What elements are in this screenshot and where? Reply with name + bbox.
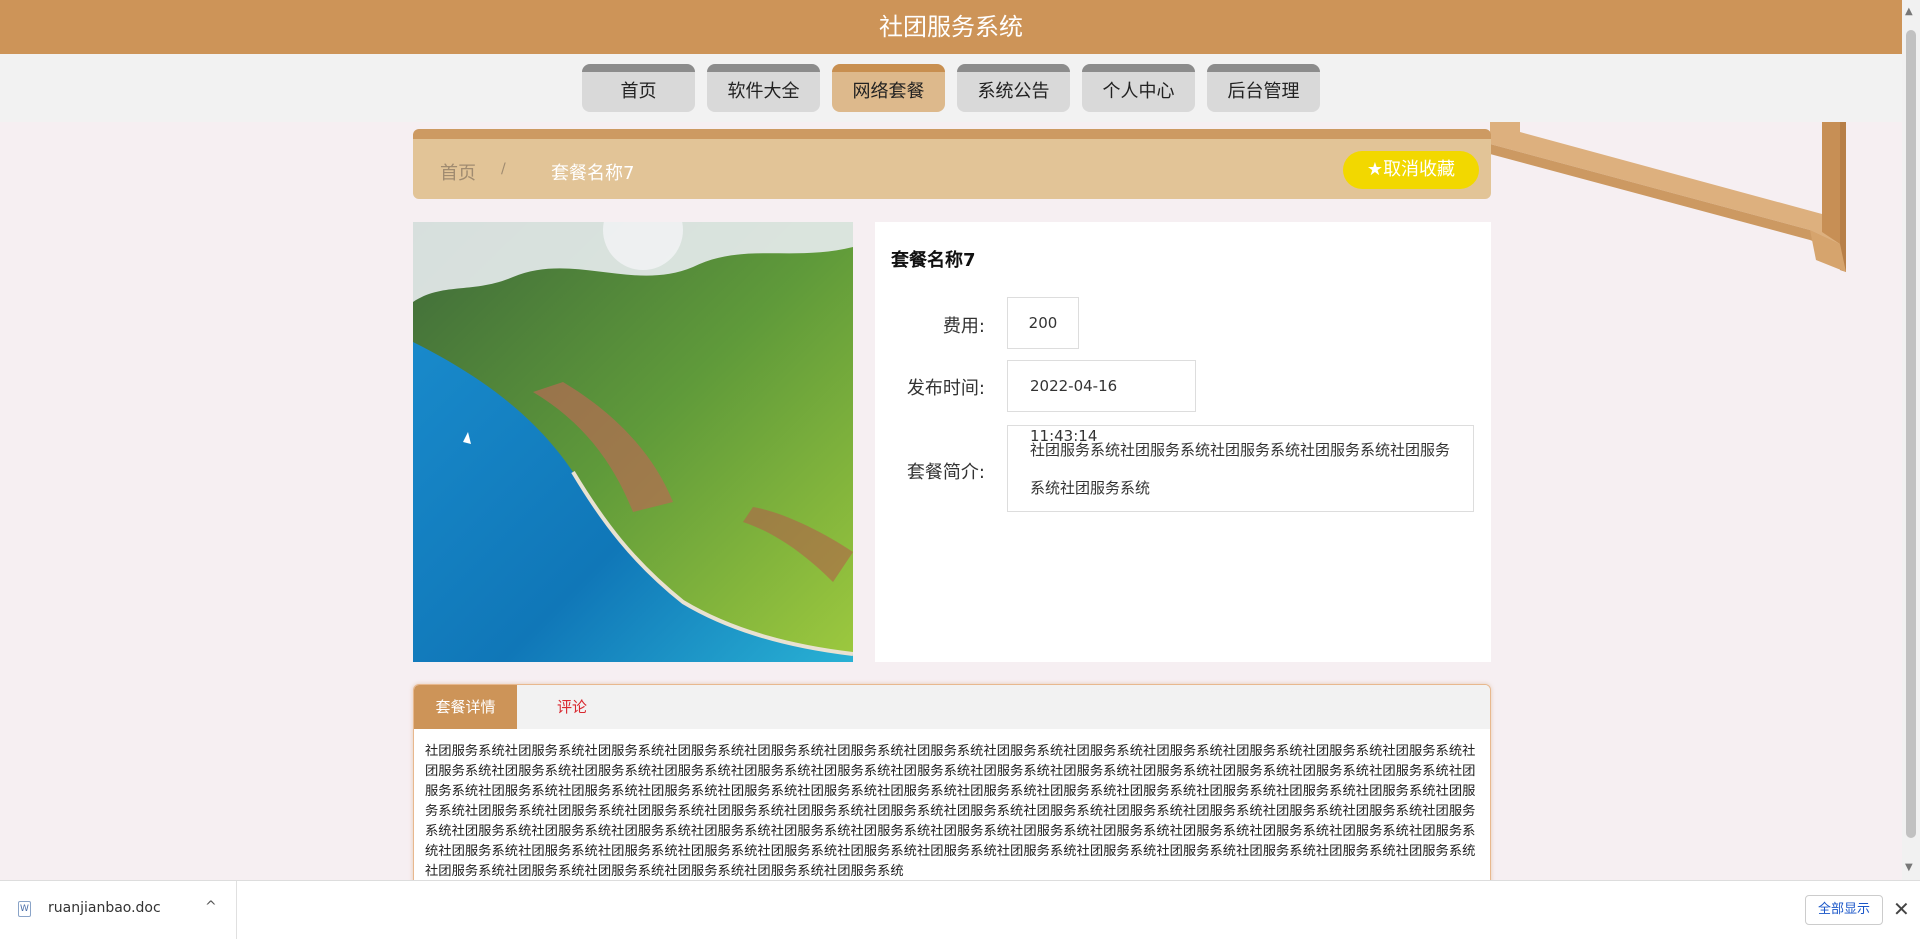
fee-value: 200: [1007, 297, 1079, 349]
unfavorite-label: 取消收藏: [1383, 159, 1456, 180]
package-name: 套餐名称7: [891, 250, 976, 271]
intro-label: 套餐简介:: [906, 462, 985, 483]
scroll-up-icon[interactable]: ▲: [1905, 6, 1913, 17]
star-icon: ★: [1366, 159, 1384, 180]
breadcrumb-bar: 首页 / 套餐名称7 ★取消收藏: [413, 129, 1491, 199]
breadcrumb-current: 套餐名称7: [551, 163, 635, 184]
show-all-button[interactable]: 全部显示: [1805, 895, 1883, 925]
breadcrumb-home[interactable]: 首页: [440, 159, 476, 185]
page-scrollbar[interactable]: ▲ ▼: [1902, 0, 1920, 880]
nav-item-announcements[interactable]: 系统公告: [957, 64, 1070, 112]
download-item[interactable]: W ruanjianbao.doc ^: [0, 881, 237, 939]
fee-label: 费用:: [942, 316, 985, 337]
breadcrumb-separator: /: [501, 161, 506, 177]
detail-card: 套餐详情 评论 社团服务系统社团服务系统社团服务系统社团服务系统社团服务系统社团…: [413, 684, 1491, 894]
nav-item-personal-center[interactable]: 个人中心: [1082, 64, 1195, 112]
nav-item-admin[interactable]: 后台管理: [1207, 64, 1320, 112]
nav-item-software[interactable]: 软件大全: [707, 64, 820, 112]
tab-package-detail[interactable]: 套餐详情: [414, 685, 517, 729]
app-title: 社团服务系统: [879, 13, 1023, 41]
chevron-up-icon[interactable]: ^: [205, 899, 217, 915]
nav-bar: 首页 软件大全 网络套餐 系统公告 个人中心 后台管理: [0, 54, 1902, 122]
intro-value: 社团服务系统社团服务系统社团服务系统社团服务系统社团服务系统社团服务系统: [1007, 425, 1474, 512]
document-icon: W: [18, 901, 31, 917]
download-bar: W ruanjianbao.doc ^ 全部显示 ✕: [0, 880, 1920, 939]
detail-content: 社团服务系统社团服务系统社团服务系统社团服务系统社团服务系统社团服务系统社团服务…: [425, 744, 1476, 879]
decorative-frame: [1490, 122, 1846, 272]
unfavorite-button[interactable]: ★取消收藏: [1343, 151, 1479, 189]
close-icon[interactable]: ✕: [1893, 897, 1910, 921]
download-file-name[interactable]: ruanjianbao.doc: [48, 900, 161, 916]
detail-tabs: 套餐详情 评论: [414, 685, 1490, 729]
main-nav: 首页 软件大全 网络套餐 系统公告 个人中心 后台管理: [0, 64, 1902, 112]
app-header: 社团服务系统: [0, 0, 1902, 54]
publish-time-label: 发布时间:: [906, 378, 985, 399]
package-image: [413, 222, 853, 662]
publish-time-value: 2022-04-16 11:43:14: [1007, 360, 1196, 445]
nav-item-home[interactable]: 首页: [582, 64, 695, 112]
package-info-panel: 套餐名称7 费用: 200 发布时间: 2022-04-16 11:43:14 …: [875, 222, 1491, 662]
scroll-down-icon[interactable]: ▼: [1905, 862, 1913, 873]
tab-comments[interactable]: 评论: [517, 685, 627, 729]
nav-item-network-packages[interactable]: 网络套餐: [832, 64, 945, 112]
scroll-thumb[interactable]: [1906, 30, 1916, 838]
